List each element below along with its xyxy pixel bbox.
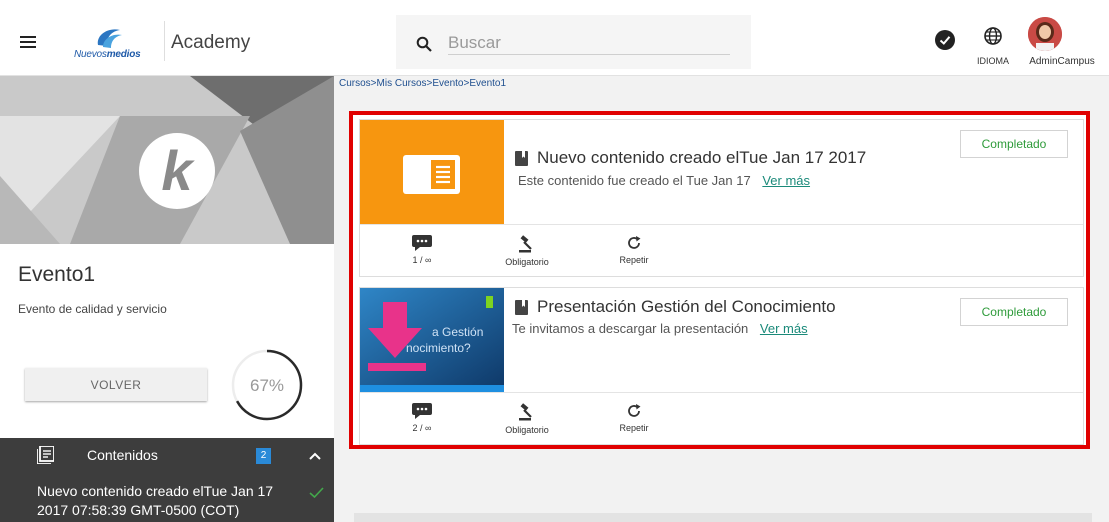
status-completed-button[interactable]: Completado: [960, 130, 1068, 158]
brand-title[interactable]: Academy: [171, 32, 250, 54]
attempts-counter-text: 2 / ∞: [412, 423, 432, 433]
highlight-frame: Nuevo contenido creado elTue Jan 17 2017…: [349, 111, 1090, 449]
completed-check-icon: [309, 487, 324, 499]
card-footer: 2 / ∞ Obligatorio Repetir: [360, 392, 1083, 444]
progress-percentage: 67%: [249, 376, 285, 395]
top-header: Nuevosmedios Academy IDIOMA AdminCampus: [0, 0, 1109, 76]
contents-label[interactable]: Contenidos: [87, 447, 158, 463]
card-description: Este contenido fue creado el Tue Jan 17 …: [518, 173, 810, 188]
repeat-icon[interactable]: [626, 403, 642, 419]
download-thumbnail-art: a Gestión nocimiento?: [360, 288, 504, 392]
back-button[interactable]: VOLVER: [25, 368, 207, 401]
comment-icon: [412, 235, 432, 251]
main-content: Cursos>Mis Cursos>Evento>Evento1 Nuevo c: [334, 76, 1109, 522]
attempts-counter-text: 1 / ∞: [412, 255, 432, 265]
event-hero-image: k: [0, 76, 334, 244]
search-icon[interactable]: [416, 36, 432, 52]
content-thumbnail: [360, 120, 504, 224]
attempts-counter: 1 / ∞: [387, 235, 457, 265]
language-label[interactable]: IDIOMA: [966, 56, 1020, 66]
repeat-action[interactable]: Repetir: [599, 235, 669, 265]
chevron-up-icon[interactable]: [309, 451, 321, 461]
menu-icon[interactable]: [20, 36, 36, 48]
event-description: Evento de calidad y servicio: [18, 302, 167, 316]
logo-swirl-icon: [97, 29, 122, 48]
comment-icon: [412, 403, 432, 419]
logo-text: Nuevosmedios: [74, 49, 141, 60]
logo[interactable]: Nuevosmedios: [74, 27, 142, 63]
status-completed-button[interactable]: Completado: [960, 298, 1068, 326]
required-label: Obligatorio: [505, 257, 549, 267]
search-box: [396, 15, 751, 69]
gavel-icon: [519, 403, 532, 421]
required-label: Obligatorio: [505, 425, 549, 435]
user-name-label[interactable]: AdminCampus: [1019, 56, 1105, 67]
card-description: Te invitamos a descargar la presentación…: [512, 321, 808, 336]
event-sidebar: k Evento1 Evento de calidad y servicio V…: [0, 76, 334, 522]
content-card[interactable]: Nuevo contenido creado elTue Jan 17 2017…: [359, 119, 1084, 277]
check-circle-icon[interactable]: [935, 30, 955, 50]
presentation-thumbnail: a Gestión nocimiento?: [360, 288, 504, 392]
repeat-label[interactable]: Repetir: [619, 255, 648, 265]
see-more-link[interactable]: Ver más: [762, 173, 810, 188]
contents-panel: Contenidos 2 Nuevo contenido creado elTu…: [0, 438, 334, 522]
contents-count-badge: 2: [256, 448, 271, 464]
content-card[interactable]: a Gestión nocimiento? Presentación Gesti…: [359, 287, 1084, 445]
book-icon: [515, 300, 528, 315]
repeat-icon[interactable]: [626, 235, 642, 251]
brand-divider: [164, 21, 165, 61]
search-input[interactable]: [448, 31, 730, 55]
content-list-icon: [37, 446, 54, 464]
book-icon: [515, 151, 528, 166]
event-title: Evento1: [18, 263, 96, 286]
card-description-text: Te invitamos a descargar la presentación: [512, 321, 749, 336]
attempts-counter: 2 / ∞: [387, 403, 457, 433]
card-title[interactable]: Nuevo contenido creado elTue Jan 17 2017: [537, 148, 866, 168]
user-avatar[interactable]: [1028, 17, 1062, 51]
required-indicator: Obligatorio: [492, 235, 562, 267]
card-description-text: Este contenido fue creado el Tue Jan 17: [518, 173, 751, 188]
see-more-link[interactable]: Ver más: [760, 321, 808, 336]
svg-text:nocimiento?: nocimiento?: [406, 341, 471, 355]
k-logo-icon: k: [139, 133, 215, 209]
repeat-action[interactable]: Repetir: [599, 403, 669, 433]
breadcrumb[interactable]: Cursos>Mis Cursos>Evento>Evento1: [339, 78, 506, 89]
gavel-icon: [519, 235, 532, 253]
content-list-item[interactable]: Nuevo contenido creado elTue Jan 17 2017…: [37, 482, 297, 520]
scroll-shadow-strip: [354, 513, 1092, 522]
card-footer: 1 / ∞ Obligatorio Repetir: [360, 224, 1083, 276]
svg-text:k: k: [161, 139, 195, 202]
globe-icon[interactable]: [983, 26, 1003, 46]
svg-text:a Gestión: a Gestión: [432, 325, 483, 339]
card-title[interactable]: Presentación Gestión del Conocimiento: [537, 297, 836, 317]
required-indicator: Obligatorio: [492, 403, 562, 435]
repeat-label[interactable]: Repetir: [619, 423, 648, 433]
document-icon: [403, 155, 460, 194]
